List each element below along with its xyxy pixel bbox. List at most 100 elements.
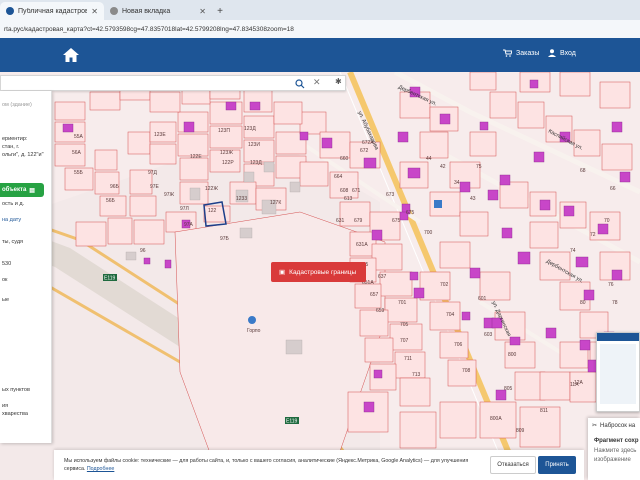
snip-header-label: Набросок на <box>600 422 636 429</box>
svg-text:123Д: 123Д <box>244 126 256 132</box>
decline-button[interactable]: Отказаться <box>490 456 536 474</box>
new-tab-button[interactable]: + <box>212 2 228 20</box>
svg-text:613: 613 <box>344 196 353 202</box>
svg-text:707: 707 <box>400 338 409 344</box>
svg-text:122Е: 122Е <box>190 154 202 160</box>
svg-text:603: 603 <box>484 332 493 338</box>
object-button[interactable]: объекта ▤ <box>0 183 44 197</box>
svg-text:97Е: 97Е <box>150 184 160 190</box>
svg-text:96Б: 96Б <box>110 184 120 190</box>
svg-text:78: 78 <box>612 300 618 306</box>
panel-line: хвареcтва <box>2 411 28 417</box>
svg-text:97Л: 97Л <box>180 206 189 212</box>
svg-text:55Б: 55Б <box>74 170 84 176</box>
svg-text:711: 711 <box>404 356 412 362</box>
svg-text:55А: 55А <box>74 134 84 140</box>
svg-text:122: 122 <box>208 208 217 214</box>
snip-notification[interactable]: ✂ Набросок на Фрагмент сохр Нажмите здес… <box>588 418 640 480</box>
orders-button[interactable]: Заказы <box>503 49 539 57</box>
snip-line: изображение <box>594 457 631 463</box>
svg-text:664: 664 <box>334 174 343 180</box>
svg-text:660: 660 <box>340 156 349 162</box>
svg-text:805: 805 <box>504 386 513 392</box>
svg-text:800А: 800А <box>490 416 502 422</box>
svg-text:701: 701 <box>398 300 407 306</box>
svg-text:123П: 123П <box>218 128 230 134</box>
svg-text:673: 673 <box>386 192 395 198</box>
panel-line: ом (здание) <box>2 102 32 108</box>
cadastral-search-box[interactable]: ✕ ✱ <box>0 75 346 91</box>
svg-text:659: 659 <box>376 308 385 314</box>
cookie-more-link[interactable]: Подробнее <box>87 466 114 472</box>
svg-text:672: 672 <box>360 148 369 154</box>
svg-text:123И: 123И <box>248 142 260 148</box>
svg-text:12А: 12А <box>574 380 584 386</box>
svg-text:705: 705 <box>400 322 409 328</box>
svg-text:671: 671 <box>352 188 361 194</box>
new-tab-favicon-icon <box>110 7 118 15</box>
panel-line: ые <box>2 297 10 303</box>
clear-search-icon[interactable]: ✕ <box>313 77 321 88</box>
tab-title: Публичная кадастровая карта <box>18 7 88 15</box>
svg-text:713: 713 <box>412 372 421 378</box>
svg-text:702: 702 <box>440 282 449 288</box>
date-link[interactable]: на дату <box>2 217 21 223</box>
login-button[interactable]: Вход <box>548 49 576 57</box>
svg-text:809: 809 <box>516 428 525 434</box>
browser-tab-bar: Публичная кадастровая карта ✕ Новая вкла… <box>0 0 640 20</box>
svg-text:74: 74 <box>570 248 576 254</box>
panel-line: 530 <box>2 261 12 267</box>
svg-text:34: 34 <box>454 180 460 186</box>
address-bar[interactable]: rta.рус/кадастровая_карта?ct=42.5793598c… <box>0 20 640 38</box>
cadastral-borders-button[interactable]: ▣ Кадастровые границы <box>271 262 366 282</box>
svg-text:706: 706 <box>454 342 463 348</box>
panel-line: ты, судя <box>2 239 24 245</box>
svg-text:127К: 127К <box>270 200 281 206</box>
orders-label: Заказы <box>516 49 540 57</box>
object-button-label: объекта <box>2 187 27 193</box>
svg-text:637: 637 <box>378 274 387 280</box>
cookie-message: Мы используем файлы cookie: технические … <box>64 458 469 472</box>
panel-line: ериентир: <box>2 136 28 142</box>
svg-text:800: 800 <box>508 352 517 358</box>
svg-text:56А: 56А <box>72 150 82 156</box>
layers-icon: ▣ <box>279 269 286 276</box>
search-icon[interactable] <box>295 79 305 89</box>
svg-text:Горпо: Горпо <box>247 328 261 334</box>
tab-new-tab[interactable]: Новая вкладка ✕ <box>104 2 212 20</box>
pin-icon[interactable]: ✱ <box>335 77 342 86</box>
tab-public-cadastral-map[interactable]: Публичная кадастровая карта ✕ <box>0 2 104 20</box>
svg-text:675: 675 <box>406 210 415 216</box>
svg-text:43: 43 <box>470 196 476 202</box>
scissors-icon: ✂ <box>592 423 598 429</box>
home-icon[interactable] <box>62 46 80 64</box>
svg-text:68: 68 <box>580 168 586 174</box>
svg-text:70: 70 <box>604 218 610 224</box>
svg-text:704: 704 <box>446 312 455 318</box>
svg-text:42: 42 <box>440 164 446 170</box>
svg-text:679: 679 <box>354 218 363 224</box>
svg-text:72: 72 <box>590 232 596 238</box>
svg-text:657: 657 <box>370 292 379 298</box>
site-favicon-icon <box>6 7 14 15</box>
svg-text:E119: E119 <box>104 276 116 282</box>
user-icon <box>548 49 556 57</box>
cookie-banner: Мы используем файлы cookie: технические … <box>54 450 584 480</box>
svg-text:608: 608 <box>340 188 349 194</box>
svg-text:97А: 97А <box>184 222 194 228</box>
panel-line: стан, г. <box>2 144 20 150</box>
accept-button[interactable]: Принять <box>538 456 576 474</box>
svg-text:44: 44 <box>426 156 432 162</box>
cookie-text: Мы используем файлы cookie: технические … <box>64 457 484 473</box>
thumbnail-body <box>600 344 636 404</box>
snip-header: ✂ Набросок на <box>592 422 636 430</box>
panel-line: ия <box>2 403 9 409</box>
svg-text:56Б: 56Б <box>106 198 116 204</box>
snip-thumbnail[interactable] <box>596 332 640 412</box>
close-tab-icon[interactable]: ✕ <box>199 7 206 16</box>
svg-text:1233: 1233 <box>236 196 247 202</box>
panel-line: ок <box>2 277 8 283</box>
url-text[interactable]: rta.рус/кадастровая_карта?ct=42.5793598c… <box>4 26 294 33</box>
close-tab-icon[interactable]: ✕ <box>91 7 98 16</box>
svg-text:E119: E119 <box>286 419 298 425</box>
